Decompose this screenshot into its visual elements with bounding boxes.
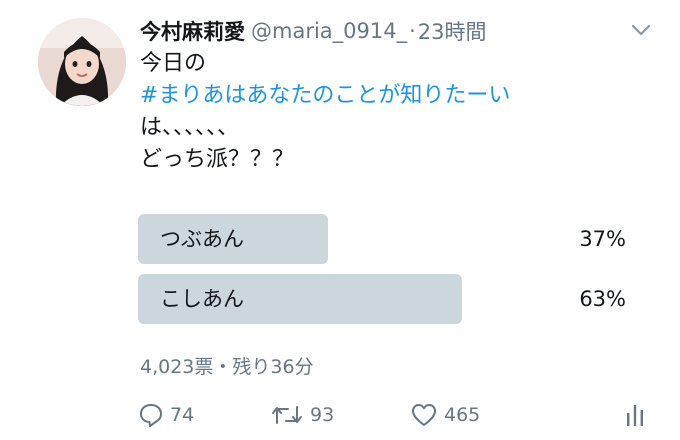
reply-icon xyxy=(140,404,162,427)
poll-option-percent: 63% xyxy=(579,287,626,311)
tweet-text-line: 今日の xyxy=(140,51,207,76)
retweet-count: 93 xyxy=(310,404,335,426)
retweet-icon xyxy=(272,406,302,424)
hashtag-link[interactable]: #まりあはあなたのことが知りたーい xyxy=(140,80,510,112)
poll-option-percent: 37% xyxy=(579,227,626,251)
reply-button[interactable]: 74 xyxy=(138,398,194,432)
tweet-text: 今日の #まりあはあなたのことが知りたーい は、、、、、、 どっち派？？？ xyxy=(140,48,510,176)
poll-meta: 4,023票・残り36分 xyxy=(140,356,314,378)
author-name[interactable]: 今村麻莉愛 xyxy=(140,16,245,46)
analytics-button[interactable] xyxy=(624,398,652,432)
avatar[interactable] xyxy=(38,18,126,106)
tweet-text-line: は、、、、、、 xyxy=(140,115,240,140)
poll-option-label: こしあん xyxy=(160,287,244,311)
tweet-header: 今村麻莉愛 @maria_0914_ · 23時間 xyxy=(140,14,487,48)
author-handle[interactable]: @maria_0914_ xyxy=(251,19,407,43)
analytics-icon xyxy=(627,405,643,426)
tweet-timestamp[interactable]: 23時間 xyxy=(418,16,487,46)
reply-count: 74 xyxy=(170,404,195,426)
like-count: 465 xyxy=(444,404,481,426)
retweet-button[interactable]: 93 xyxy=(270,398,334,432)
poll-option-label: つぶあん xyxy=(160,227,244,251)
tweet-actions: 74 93 465 xyxy=(138,398,658,432)
poll-option-koshian[interactable]: こしあん 63% xyxy=(138,274,658,324)
heart-icon xyxy=(412,404,436,426)
poll-option-tsubuan[interactable]: つぶあん 37% xyxy=(138,214,658,264)
chevron-down-icon[interactable] xyxy=(630,22,652,38)
separator-dot: · xyxy=(409,19,416,43)
tweet-text-line: どっち派？？？ xyxy=(140,147,295,172)
like-button[interactable]: 465 xyxy=(410,398,480,432)
